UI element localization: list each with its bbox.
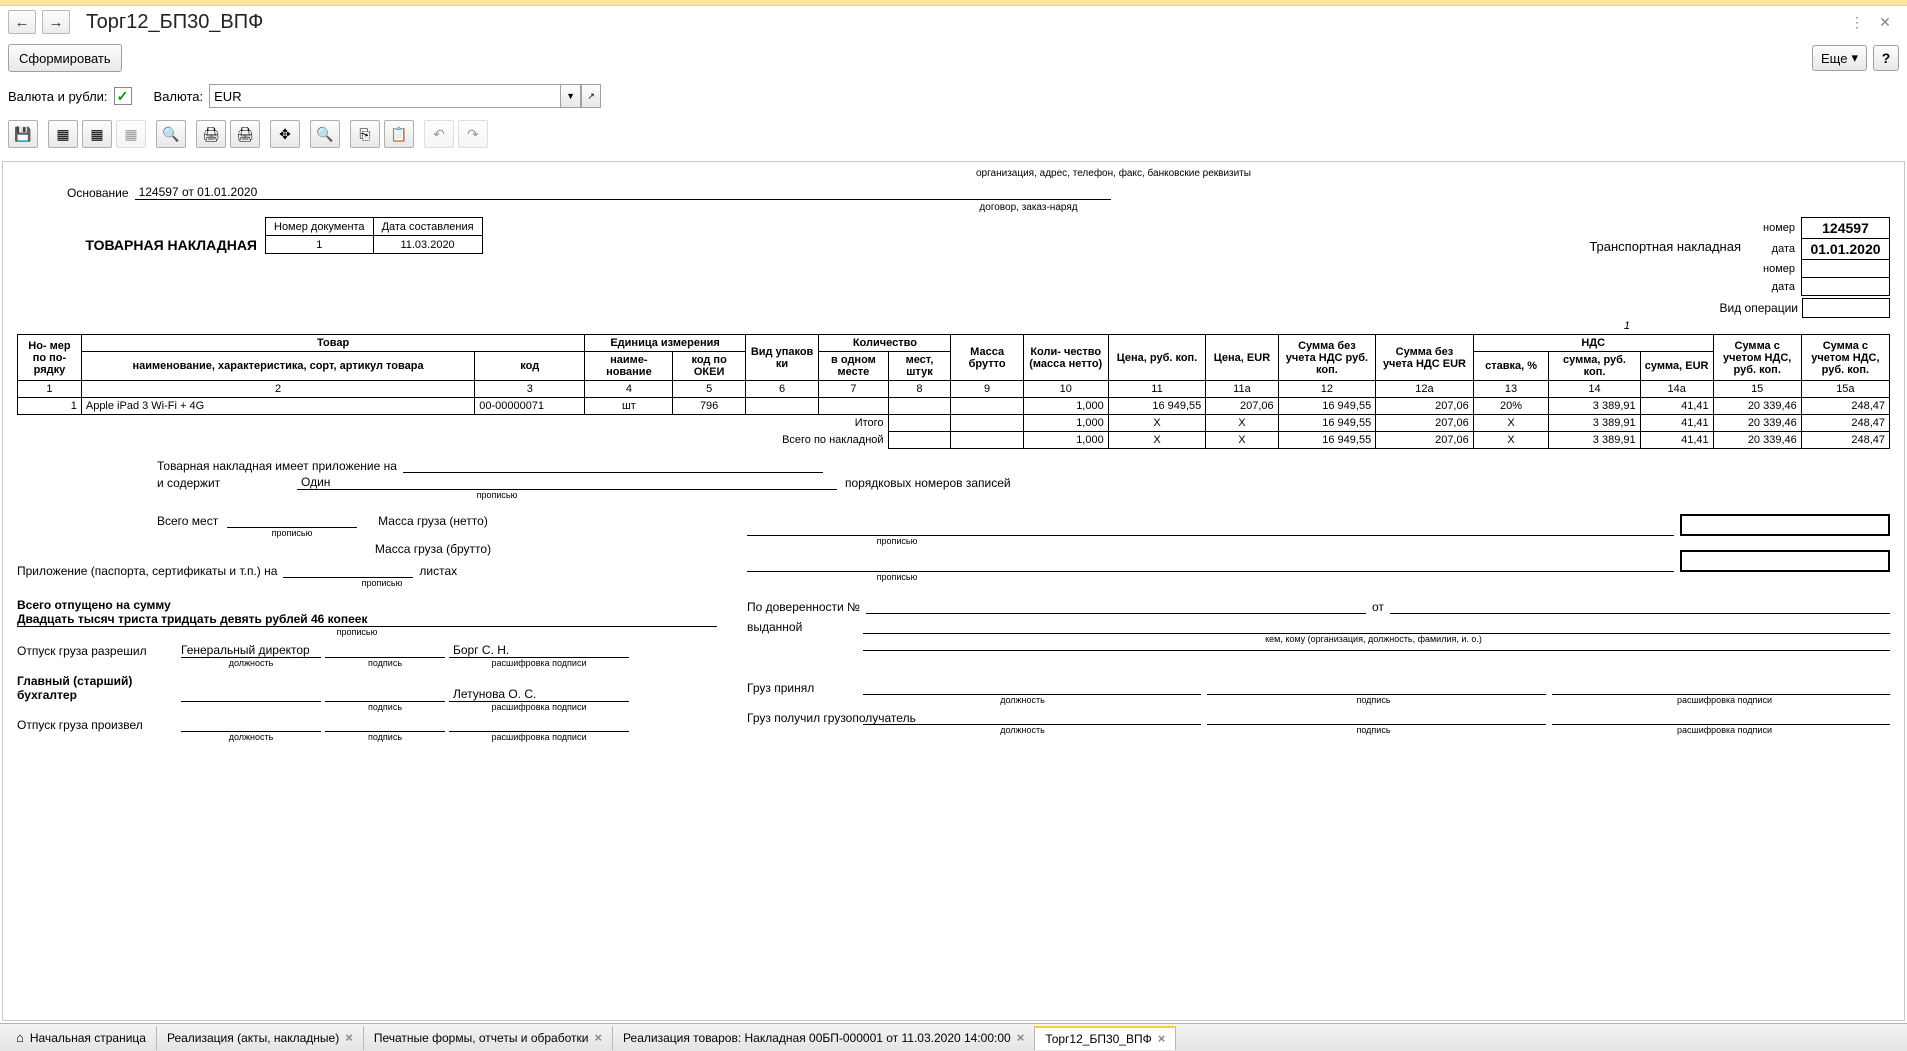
contract-label: договор, заказ-наряд [167,202,1890,213]
codes-table: номер124597 дата01.01.2020 номер дата [1757,217,1890,296]
doc-title: ТОВАРНАЯ НАКЛАДНАЯ [17,217,257,253]
tab-close-icon[interactable]: × [345,1030,353,1045]
chevron-down-icon: ▾ [1851,50,1858,66]
document-area[interactable]: организация, адрес, телефон, факс, банко… [2,161,1905,1021]
undo-icon[interactable]: ↶ [424,120,454,148]
preview-icon[interactable]: 🔍 [156,120,186,148]
tab-torg12[interactable]: Торг12_БП30_ВПФ× [1034,1026,1176,1050]
grid-disabled-icon[interactable]: ▦ [116,120,146,148]
nav-forward-button[interactable]: → [42,10,70,34]
tabs-bar: ⌂Начальная страница Реализация (акты, на… [0,1023,1907,1051]
doc-number-table: Номер документаДата составления 111.03.2… [265,217,483,254]
basis-value: 124597 от 01.01.2020 [135,185,1111,200]
fit-icon[interactable]: ✥ [270,120,300,148]
zoom-icon[interactable]: 🔍 [310,120,340,148]
page-number: 1 [17,320,1630,332]
operation-type-label: Вид операции [1719,301,1798,315]
org-details-label: организация, адрес, телефон, факс, банко… [337,168,1890,179]
print-color-icon[interactable]: 🖨 [230,120,260,148]
main-table: Но- мер по по- рядку Товар Единица измер… [17,334,1890,449]
more-button[interactable]: Еще▾ [1812,45,1867,71]
currency-dropdown-button[interactable]: ▼ [561,84,581,108]
grid-accent-icon[interactable]: ▦ [82,120,112,148]
currency-ruble-checkbox[interactable]: ✓ [114,87,132,105]
currency-open-button[interactable]: ↗ [581,84,601,108]
redo-icon[interactable]: ↷ [458,120,488,148]
window-menu-icon[interactable]: ⋮ [1847,12,1867,32]
generate-button[interactable]: Сформировать [8,44,122,72]
help-button[interactable]: ? [1873,45,1899,71]
nav-back-button[interactable]: ← [8,10,36,34]
currency-label: Валюта: [154,89,204,104]
tab-realization-doc[interactable]: Реализация товаров: Накладная 00БП-00000… [613,1026,1035,1050]
close-icon[interactable]: ✕ [1875,12,1895,32]
vsego-row: Всего по накладной 1,000 X X 16 949,55 2… [18,432,1890,449]
print-icon[interactable]: 🖨 [196,120,226,148]
basis-label: Основание [67,186,129,200]
currency-ruble-label: Валюта и рубли: [8,89,108,104]
tab-close-icon[interactable]: × [594,1030,602,1045]
operation-type-box [1802,298,1890,318]
copy-icon[interactable]: ⎘ [350,120,380,148]
itogo-row: Итого 1,000 X X 16 949,55 207,06 X 3 389… [18,415,1890,432]
tab-close-icon[interactable]: × [1158,1031,1166,1046]
tab-home[interactable]: ⌂Начальная страница [6,1026,157,1050]
table-row: 1 Apple iPad 3 Wi-Fi + 4G 00-00000071 шт… [18,398,1890,415]
save-icon[interactable]: 💾 [8,120,38,148]
transport-title: Транспортная накладная [491,217,1749,254]
page-title: Торг12_БП30_ВПФ [86,11,263,34]
paste-icon[interactable]: 📋 [384,120,414,148]
tab-print-forms[interactable]: Печатные формы, отчеты и обработки× [364,1026,613,1050]
tab-realization[interactable]: Реализация (акты, накладные)× [157,1026,364,1050]
home-icon: ⌂ [16,1030,24,1045]
grid-icon[interactable]: ▦ [48,120,78,148]
check-icon: ✓ [117,88,129,105]
tab-close-icon[interactable]: × [1017,1030,1025,1045]
currency-input[interactable] [209,84,561,108]
